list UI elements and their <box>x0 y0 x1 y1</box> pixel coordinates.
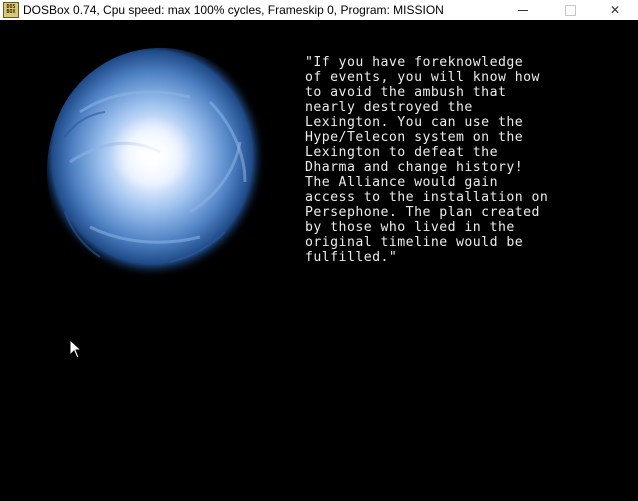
minimize-button[interactable] <box>500 0 546 20</box>
dosbox-icon[interactable]: DOS BOX <box>3 2 19 18</box>
arrow-cursor-icon <box>69 339 83 359</box>
minimize-icon <box>518 9 528 11</box>
blue-energy-orb <box>46 47 267 281</box>
window-title: DOSBox 0.74, Cpu speed: max 100% cycles,… <box>23 3 444 17</box>
window-titlebar[interactable]: DOS BOX DOSBox 0.74, Cpu speed: max 100% … <box>0 0 638 20</box>
mission-briefing-text: "If you have foreknowledge of events, yo… <box>305 55 549 265</box>
maximize-button[interactable] <box>547 0 593 20</box>
close-button[interactable]: ✕ <box>592 0 638 20</box>
close-icon: ✕ <box>609 3 621 17</box>
dos-game-screen[interactable]: "If you have foreknowledge of events, yo… <box>0 20 638 501</box>
maximize-icon <box>564 4 576 16</box>
